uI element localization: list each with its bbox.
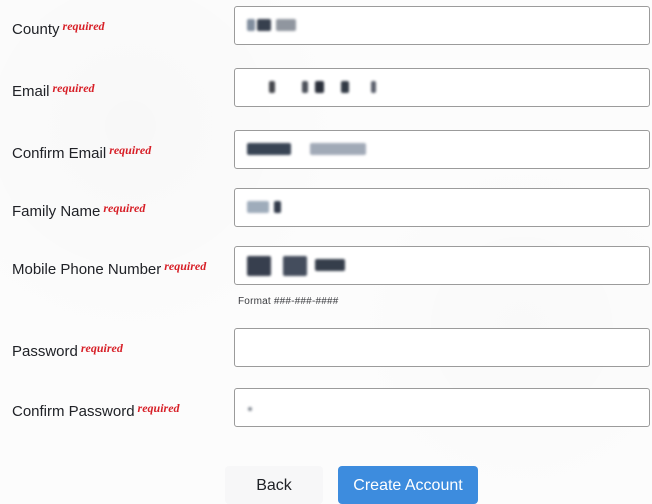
create-account-page: Countyrequired redacted Emailrequired re… bbox=[0, 0, 652, 504]
password-input[interactable] bbox=[234, 328, 650, 367]
email-redacted-mark bbox=[341, 81, 349, 93]
confirm-email-label: Confirm Email required bbox=[12, 143, 152, 163]
email-input[interactable]: redacted bbox=[234, 68, 650, 107]
email-redacted-mark bbox=[315, 81, 324, 93]
family-name-input-value: redacted bbox=[249, 197, 633, 217]
email-redacted-mark bbox=[371, 81, 376, 93]
mobile-phone-redacted-mark bbox=[247, 256, 271, 276]
county-input-value: redacted bbox=[249, 15, 633, 35]
county-redacted-mark bbox=[247, 19, 255, 31]
county-input[interactable]: redacted bbox=[234, 6, 650, 45]
confirm-email-row: Confirm Emailrequired redacted bbox=[0, 130, 652, 176]
email-label: Email required bbox=[12, 81, 95, 101]
family-name-input[interactable]: redacted bbox=[234, 188, 650, 227]
mobile-phone-required-marker: required bbox=[164, 259, 207, 273]
family-name-redacted-mark bbox=[274, 201, 281, 213]
confirm-email-required-marker: required bbox=[109, 143, 152, 157]
password-input-value bbox=[249, 337, 633, 357]
email-redacted-mark bbox=[269, 81, 275, 93]
county-redacted-mark bbox=[257, 19, 271, 31]
confirm-password-label-text: Confirm Password bbox=[12, 403, 135, 420]
phone-format-helper: Format ###-###-#### bbox=[238, 296, 339, 307]
create-account-button[interactable]: Create Account bbox=[338, 466, 478, 504]
county-redacted-mark bbox=[276, 19, 296, 31]
email-label-text: Email bbox=[12, 83, 50, 100]
email-row: Emailrequired redacted bbox=[0, 68, 652, 114]
confirm-password-label: Confirm Password required bbox=[12, 401, 180, 421]
password-label-text: Password bbox=[12, 343, 78, 360]
mobile-phone-label-text: Mobile Phone Number bbox=[12, 261, 162, 278]
county-label-text: County bbox=[12, 21, 60, 38]
confirm-password-row: Confirm Passwordrequired redacted bbox=[0, 388, 652, 434]
confirm-email-redacted-mark bbox=[247, 143, 291, 155]
confirm-email-input[interactable]: redacted bbox=[234, 130, 650, 169]
password-row: Password required bbox=[0, 328, 652, 374]
county-label: County required bbox=[12, 19, 105, 39]
family-name-row: Family Namerequired redacted bbox=[0, 188, 652, 234]
family-name-label-text: Family Name bbox=[12, 203, 101, 220]
mobile-phone-label: Mobile Phone Number required bbox=[12, 259, 207, 279]
county-required-marker: required bbox=[62, 19, 105, 33]
family-name-redacted-mark bbox=[247, 201, 269, 213]
county-row: Countyrequired redacted bbox=[0, 6, 652, 52]
back-button[interactable]: Back bbox=[225, 466, 323, 504]
family-name-label: Family Name required bbox=[12, 201, 146, 221]
password-required-marker: required bbox=[80, 341, 123, 355]
confirm-password-input[interactable]: redacted bbox=[234, 388, 650, 427]
password-label: Password required bbox=[12, 341, 123, 361]
confirm-password-redacted-mark bbox=[248, 407, 252, 411]
email-required-marker: required bbox=[52, 81, 95, 95]
confirm-password-input-value: redacted bbox=[249, 397, 633, 417]
confirm-password-required-marker: required bbox=[137, 401, 180, 415]
family-name-required-marker: required bbox=[103, 201, 146, 215]
mobile-phone-redacted-mark bbox=[315, 259, 345, 271]
mobile-phone-input[interactable]: redacted bbox=[234, 246, 650, 285]
confirm-email-redacted-mark bbox=[310, 143, 366, 155]
email-redacted-mark bbox=[302, 81, 308, 93]
mobile-phone-row: Mobile Phone Numberrequired redacted bbox=[0, 246, 652, 292]
mobile-phone-redacted-mark bbox=[283, 256, 307, 276]
confirm-email-label-text: Confirm Email bbox=[12, 145, 107, 162]
confirm-email-input-value: redacted bbox=[249, 139, 633, 159]
